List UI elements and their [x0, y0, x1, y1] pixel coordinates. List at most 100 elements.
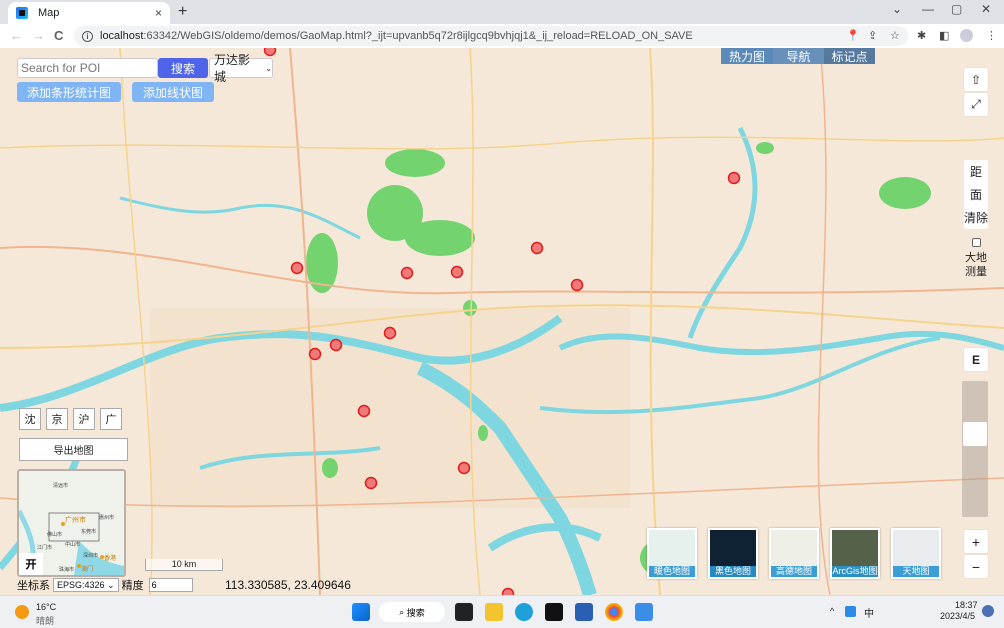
- east-button[interactable]: E: [964, 348, 988, 371]
- crs-select[interactable]: EPSG:4326 ⌄: [53, 578, 119, 592]
- extensions-icon[interactable]: ✱: [917, 29, 926, 42]
- windows-start-icon[interactable]: [352, 603, 370, 621]
- map-marker[interactable]: [570, 278, 584, 292]
- poi-search-input[interactable]: [17, 58, 158, 78]
- geodesic-label-2: 测量: [965, 266, 987, 278]
- map-marker[interactable]: [364, 476, 378, 490]
- menu-kebab-icon[interactable]: ⋮: [986, 29, 997, 42]
- maximize-button[interactable]: ▢: [951, 2, 962, 16]
- url-bar[interactable]: i localhost :63342/WebGIS/oldemo/demos/G…: [74, 26, 908, 46]
- close-window-button[interactable]: ✕: [981, 2, 991, 16]
- location-pin-icon[interactable]: 📍: [846, 29, 860, 42]
- basemap-tianditu[interactable]: 天地图: [891, 528, 941, 579]
- geodesic-checkbox[interactable]: [971, 238, 981, 247]
- map-marker[interactable]: [530, 241, 544, 255]
- zoom-slider-thumb[interactable]: [963, 422, 987, 447]
- measure-area-button[interactable]: 面: [964, 183, 988, 206]
- mouse-coordinates: 113.330585, 23.409646: [225, 578, 351, 592]
- webstorm-icon[interactable]: [545, 603, 563, 621]
- photos-icon[interactable]: [635, 603, 653, 621]
- taskbar-search[interactable]: ⌕ 搜索: [379, 602, 445, 622]
- map-marker[interactable]: [450, 265, 464, 279]
- crs-panel: 坐标系 EPSG:4326 ⌄ 精度: [17, 577, 193, 593]
- basemap-switcher: 暖色地图 黑色地图 高德地图 ArcGis地图 天地图: [647, 528, 941, 579]
- fullscreen-button[interactable]: ⤢: [964, 93, 988, 116]
- city-shenyang-button[interactable]: 沈: [19, 408, 41, 430]
- measure-distance-button[interactable]: 距: [964, 160, 988, 183]
- add-line-chart-button[interactable]: 添加线状图: [132, 82, 214, 102]
- poi-category-select[interactable]: 万达影城 ⌄: [209, 53, 273, 84]
- new-tab-button[interactable]: +: [178, 3, 187, 21]
- geodesic-toggle[interactable]: 大地 测量: [964, 238, 988, 279]
- map-marker[interactable]: [727, 171, 741, 185]
- basemap-arcgis-label: ArcGis地图: [832, 566, 878, 577]
- measure-clear-button[interactable]: 清除: [964, 206, 988, 229]
- tab-title: Map: [38, 7, 60, 19]
- map-viewport[interactable]: 搜索 万达影城 ⌄ 添加条形统计图 添加线状图 热力图 导航 标记点 ⇧ ⤢ 距…: [0, 48, 1004, 595]
- basemap-warm-label: 暖色地图: [649, 566, 695, 577]
- map-marker[interactable]: [329, 338, 343, 352]
- basemap-arcgis[interactable]: ArcGis地图: [830, 528, 880, 579]
- city-guangzhou-button[interactable]: 广: [100, 408, 122, 430]
- menu-heatmap[interactable]: 热力图: [721, 48, 773, 64]
- side-panel-icon[interactable]: ◧: [939, 29, 949, 42]
- chrome-icon[interactable]: [605, 603, 623, 621]
- tray-overflow-icon[interactable]: ^: [830, 606, 834, 616]
- search-button[interactable]: 搜索: [158, 58, 208, 78]
- basemap-warm[interactable]: 暖色地图: [647, 528, 697, 579]
- precision-input[interactable]: [148, 578, 193, 592]
- tab-close-icon[interactable]: ×: [155, 6, 162, 20]
- menu-navigation[interactable]: 导航: [773, 48, 824, 64]
- city-beijing-button[interactable]: 京: [46, 408, 68, 430]
- svg-text:清远市: 清远市: [53, 482, 68, 489]
- weather-sun-icon[interactable]: [15, 605, 29, 619]
- map-marker[interactable]: [290, 261, 304, 275]
- site-info-icon[interactable]: i: [82, 30, 93, 42]
- tray-app-icon[interactable]: [845, 606, 856, 617]
- zoom-slider[interactable]: [962, 381, 988, 517]
- clock-date[interactable]: 2023/4/5: [940, 611, 975, 621]
- map-marker[interactable]: [400, 266, 414, 280]
- bookmark-star-icon[interactable]: ☆: [890, 29, 900, 42]
- svg-text:中山市: 中山市: [65, 541, 80, 548]
- svg-text:惠州市: 惠州市: [99, 514, 114, 521]
- overview-toggle-button[interactable]: 开: [19, 553, 43, 575]
- zoom-out-button[interactable]: −: [964, 555, 988, 578]
- basemap-gaode[interactable]: 高德地图: [769, 528, 819, 579]
- basemap-dark[interactable]: 黑色地图: [708, 528, 758, 579]
- export-map-button[interactable]: 导出地图: [19, 438, 128, 461]
- menu-markers[interactable]: 标记点: [824, 48, 875, 64]
- map-marker[interactable]: [308, 347, 322, 361]
- tab-search-icon[interactable]: ⌄: [892, 2, 902, 16]
- crs-value: EPSG:4326: [57, 580, 105, 590]
- map-marker[interactable]: [383, 326, 397, 340]
- zoom-in-button[interactable]: +: [964, 530, 988, 553]
- map-marker[interactable]: [263, 48, 277, 57]
- reload-button[interactable]: C: [54, 28, 63, 43]
- ime-indicator[interactable]: 中: [864, 605, 874, 620]
- edge-icon[interactable]: [515, 603, 533, 621]
- task-view-icon[interactable]: [455, 603, 473, 621]
- notification-icon[interactable]: [982, 605, 994, 617]
- add-bar-chart-button[interactable]: 添加条形统计图: [17, 82, 121, 102]
- weather-temp: 16°C: [36, 602, 57, 612]
- back-button[interactable]: ←: [10, 28, 23, 43]
- svg-text:澳门: 澳门: [81, 565, 93, 573]
- map-marker[interactable]: [457, 461, 471, 475]
- profile-avatar-icon[interactable]: [960, 29, 973, 42]
- url-host: localhost: [100, 30, 144, 42]
- scale-line: 10 km: [145, 559, 223, 571]
- file-explorer-icon[interactable]: [485, 603, 503, 621]
- city-shanghai-button[interactable]: 沪: [73, 408, 95, 430]
- word-icon[interactable]: [575, 603, 593, 621]
- rotate-north-button[interactable]: ⇧: [964, 68, 988, 91]
- map-marker[interactable]: [357, 404, 371, 418]
- taskbar-search-label: 搜索: [406, 607, 425, 618]
- minimize-button[interactable]: —: [922, 2, 934, 16]
- svg-text:东莞市: 东莞市: [81, 528, 96, 535]
- forward-button[interactable]: →: [32, 28, 45, 43]
- browser-tab[interactable]: Map ×: [8, 2, 170, 24]
- overview-map[interactable]: 广州市 清远市 佛山市 东莞市 惠州市 江门市 中山市 深圳市 香港 澳门 珠海…: [17, 469, 126, 577]
- clock-time[interactable]: 18:37: [955, 600, 978, 610]
- share-icon[interactable]: ⇪: [868, 29, 877, 42]
